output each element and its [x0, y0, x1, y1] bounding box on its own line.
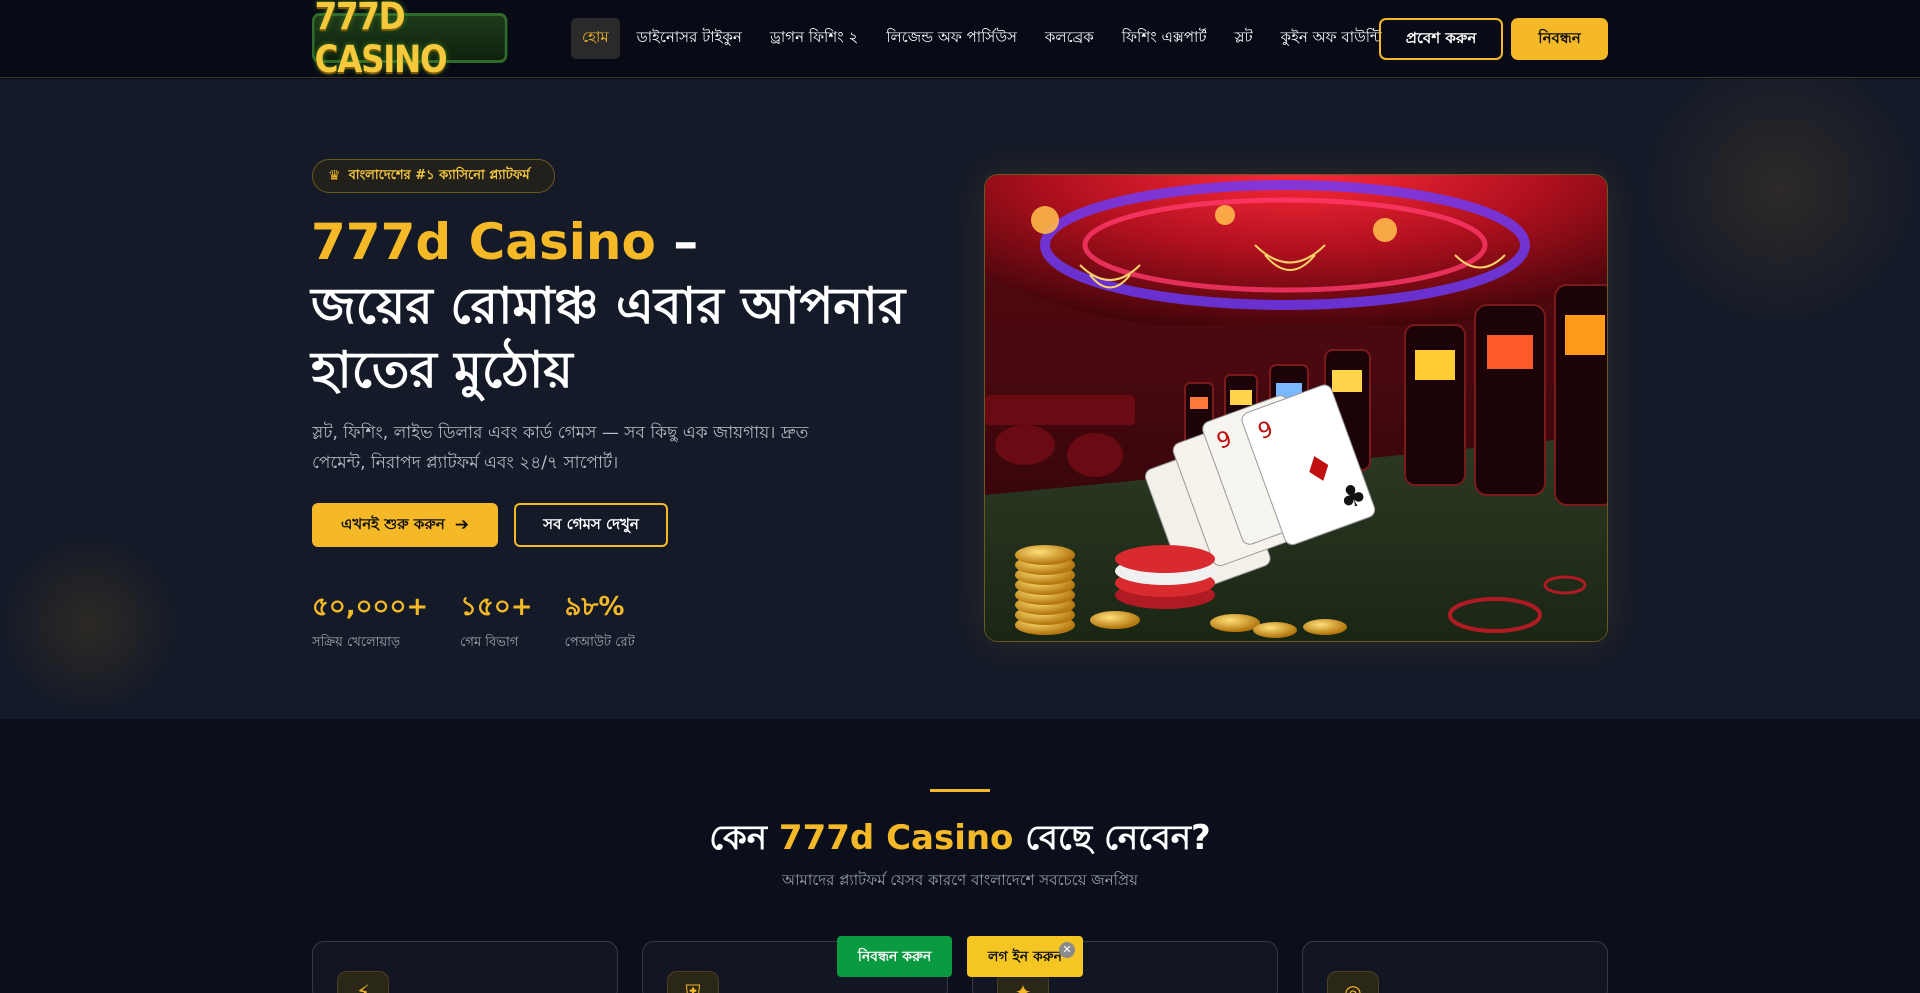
main-nav: হোম ডাইনোসর টাইকুন ড্রাগন ফিশিং ২ লিজেন্…	[571, 17, 1399, 59]
why-section-title: কেন 777d Casino বেছে নেবেন?	[0, 812, 1920, 869]
hero-title-line2: জয়ের রোমাঞ্চ এবার আপনার	[311, 277, 906, 335]
view-all-games-button[interactable]: সব গেমস দেখুন	[514, 503, 668, 547]
login-button[interactable]: প্রবেশ করুন	[1379, 18, 1503, 60]
shield-icon: ⛨	[667, 971, 719, 993]
hero-title-line3: হাতের মুঠোয়	[311, 341, 573, 399]
nav-item-legend-of-perseus[interactable]: লিজেন্ড অফ পার্সিউস	[875, 18, 1028, 59]
hero-badge-text: বাংলাদেশের #১ ক্যাসিনো প্ল্যাটফর্ম	[348, 167, 530, 183]
stat-value: ৫০,০০০+	[312, 592, 429, 622]
nav-item-fishing-expert[interactable]: ফিশিং এক্সপার্ট	[1111, 18, 1218, 59]
nav-item-home[interactable]: হোম	[571, 17, 620, 59]
stat-label: পেআউট রেট	[564, 635, 635, 650]
casino-illustration: 9 9 ♦ ♣	[985, 175, 1607, 641]
hero-stats: ৫০,০০০+ সক্রিয় খেলোয়াড় ১৫০+ গেম বিভাগ…	[312, 590, 667, 654]
close-icon[interactable]: ✕	[1059, 942, 1075, 958]
stat-categories: ১৫০+ গেম বিভাগ	[460, 590, 532, 654]
nav-item-slot[interactable]: স্লট	[1224, 18, 1264, 59]
hero-description: স্লট, ফিশিং, লাইভ ডিলার এবং কার্ড গেমস —…	[312, 423, 809, 473]
site-header: 777D CASINO হোম ডাইনোসর টাইকুন ড্রাগন ফি…	[0, 0, 1920, 81]
stat-value: ৯৮%	[564, 592, 625, 622]
casino-interior-image: 9 9 ♦ ♣	[984, 174, 1608, 642]
start-now-label: এখনই শুরু করুন	[340, 514, 445, 533]
why-title-suffix: বেছে নেবেন?	[1013, 818, 1211, 858]
nav-item-dinosaur-tycoon[interactable]: ডাইনোসর টাইকুন	[626, 18, 753, 59]
nav-item-queen-of-bounty[interactable]: কুইন অফ বাউন্টি	[1270, 18, 1393, 59]
stat-value: ১৫০+	[460, 592, 533, 622]
hero-title-dash: –	[655, 213, 699, 271]
nav-item-callbreak[interactable]: কলব্রেক	[1034, 18, 1105, 59]
stat-label: সক্রিয় খেলোয়াড়	[312, 635, 401, 650]
hero-title: 777d Casino – জয়ের রোমাঞ্চ এবার আপনার হ…	[311, 210, 951, 402]
hero-title-brand: 777d Casino	[311, 213, 656, 271]
support-icon: ◎	[1327, 971, 1379, 993]
stat-players: ৫০,০০০+ সক্রিয় খেলোয়াড়	[312, 590, 428, 654]
section-divider	[930, 789, 990, 792]
feature-card: ◎	[1302, 941, 1608, 993]
floating-register-button[interactable]: নিবন্ধন করুন	[837, 936, 952, 977]
why-title-brand: 777d Casino	[778, 818, 1014, 858]
start-now-button[interactable]: এখনই শুরু করুন ➔	[312, 503, 498, 547]
crown-icon: ♛	[328, 168, 341, 184]
nav-item-dragon-fishing-2[interactable]: ড্রাগন ফিশিং ২	[759, 18, 869, 59]
why-title-prefix: কেন	[709, 818, 779, 858]
site-logo[interactable]: 777D CASINO	[312, 0, 508, 81]
hero-badge: ♛ বাংলাদেশের #১ ক্যাসিনো প্ল্যাটফর্ম	[312, 159, 555, 193]
feature-card: ⚡	[312, 941, 618, 993]
bolt-icon: ⚡	[337, 971, 389, 993]
arrow-right-icon: ➔	[454, 515, 470, 535]
stat-label: গেম বিভাগ	[460, 635, 519, 650]
register-button[interactable]: নিবন্ধন	[1511, 18, 1608, 60]
why-section-subtitle: আমাদের প্ল্যাটফর্ম যেসব কারণে বাংলাদেশে …	[782, 871, 1138, 889]
stat-payout: ৯৮% পেআউট রেট	[565, 590, 635, 654]
hero-section	[0, 79, 1920, 719]
